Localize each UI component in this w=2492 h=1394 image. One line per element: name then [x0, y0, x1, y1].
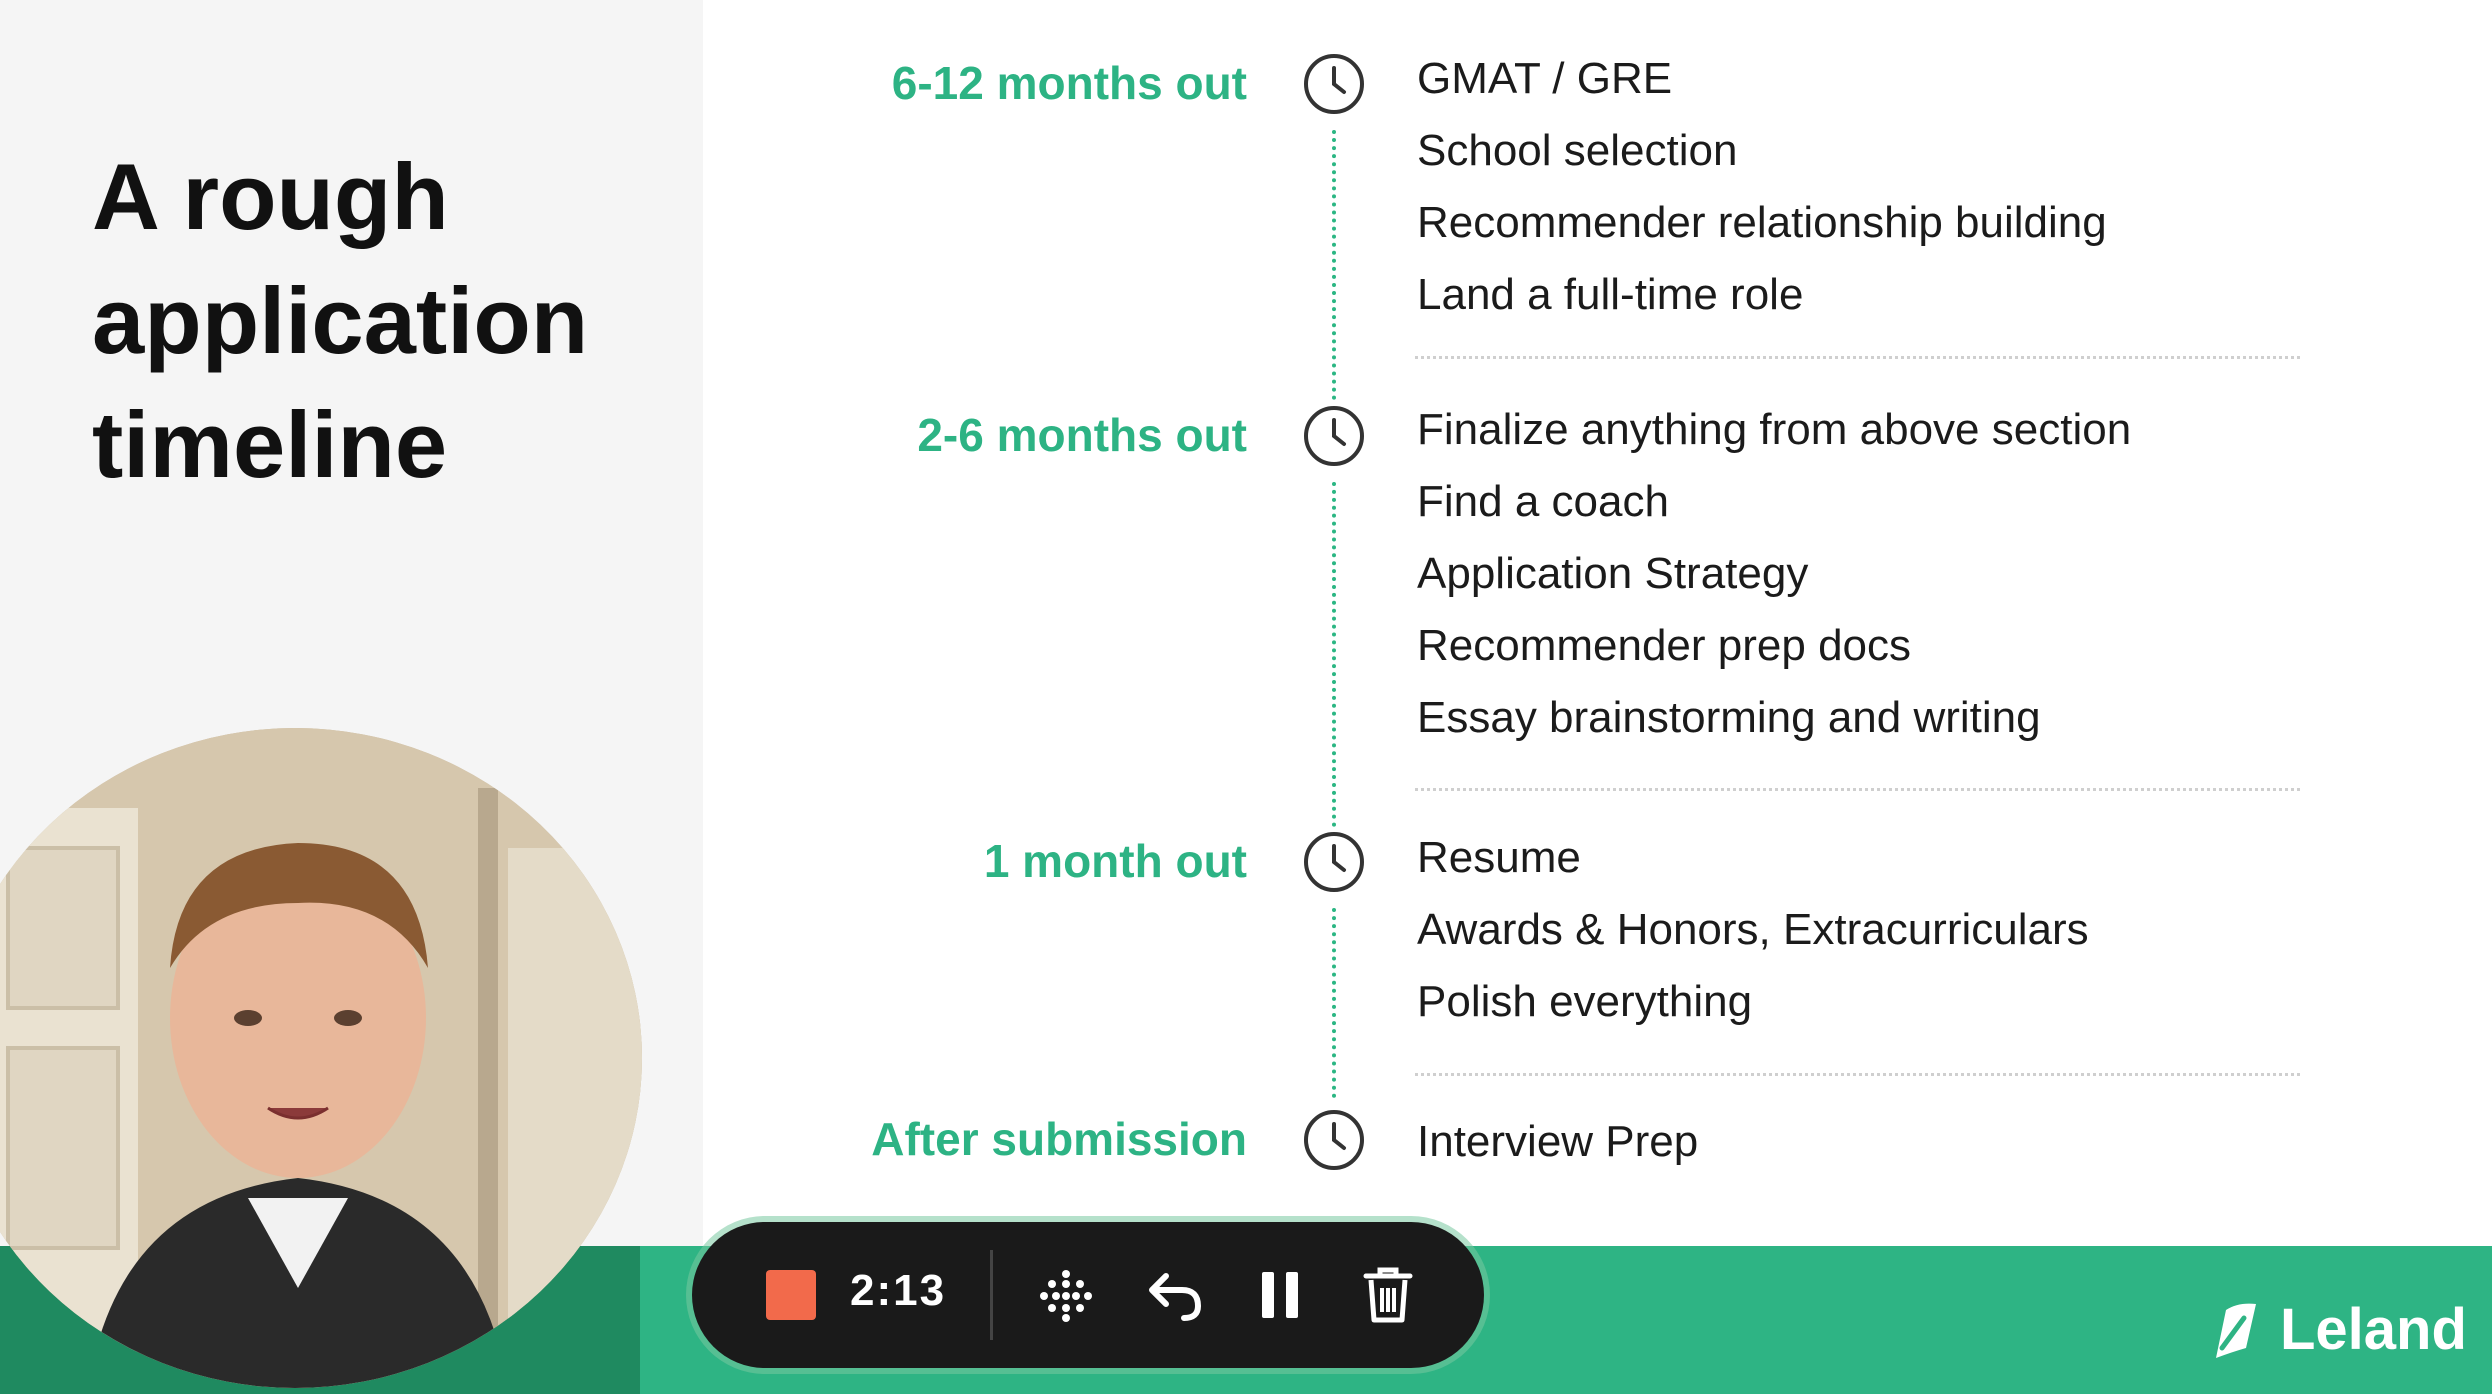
timeline-item: Finalize anything from above section [1417, 405, 2132, 454]
slide-title: A rough application timeline [92, 144, 589, 497]
timeline-item: Land a full-time role [1417, 270, 1804, 319]
section-divider [1415, 1073, 2300, 1076]
period-label: 6-12 months out [891, 57, 1247, 109]
period-label: 2-6 months out [917, 409, 1247, 461]
timeline-item: Application Strategy [1417, 549, 1809, 598]
trash-icon[interactable] [1362, 1264, 1414, 1324]
brand-name: Leland [2280, 1297, 2467, 1362]
stop-icon[interactable] [766, 1270, 816, 1320]
timeline-item: Awards & Honors, Extracurriculars [1417, 905, 2089, 954]
timeline-connector [1332, 482, 1336, 827]
period-label: After submission [871, 1113, 1247, 1165]
timeline-item: Polish everything [1417, 977, 1753, 1026]
timeline-item: Recommender relationship building [1417, 198, 2107, 247]
control-divider [990, 1250, 993, 1340]
period-label: 1 month out [983, 835, 1247, 887]
elapsed-time: 2:13 [850, 1266, 947, 1315]
timeline-item: School selection [1417, 126, 1738, 175]
timeline-item: Resume [1417, 833, 1581, 882]
clock-icon [1304, 832, 1364, 892]
clock-icon [1304, 406, 1364, 466]
timeline-item: Recommender prep docs [1417, 621, 1912, 670]
undo-icon[interactable] [1144, 1268, 1204, 1324]
section-divider [1415, 356, 2300, 359]
section-divider [1415, 788, 2300, 791]
leland-logo-icon [2216, 1303, 2256, 1358]
pause-icon[interactable] [1258, 1270, 1302, 1320]
timeline-item: Find a coach [1417, 477, 1669, 526]
clock-icon [1304, 54, 1364, 114]
timeline-item: GMAT / GRE [1417, 54, 1673, 103]
grid-dots-icon[interactable] [1038, 1268, 1094, 1324]
timeline-item: Essay brainstorming and writing [1417, 693, 2041, 742]
clock-icon [1304, 1110, 1364, 1170]
timeline-connector [1332, 908, 1336, 1098]
recorder-control-bar: 2:13 [692, 1222, 1484, 1368]
timeline-connector [1332, 130, 1336, 400]
timeline-item: Interview Prep [1417, 1117, 1699, 1166]
